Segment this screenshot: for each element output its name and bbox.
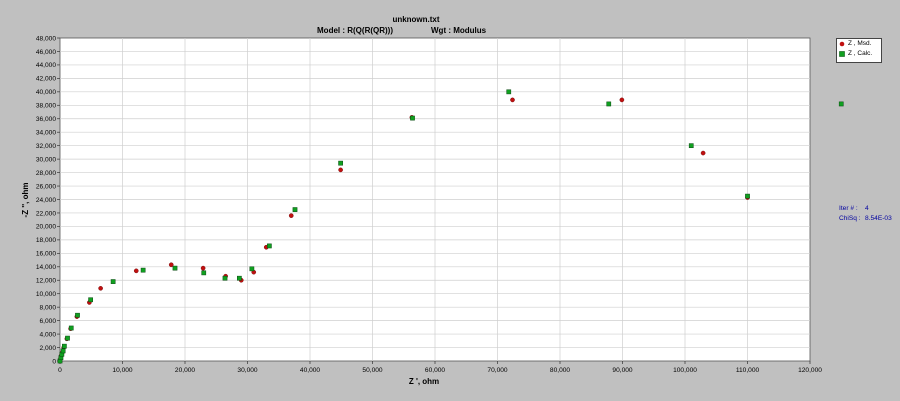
x-tick-label: 60,000 — [425, 367, 446, 374]
calculated-point — [745, 193, 750, 199]
y-tick-label: 12,000 — [36, 278, 57, 285]
calculated-point — [338, 160, 343, 166]
calculated-point — [606, 101, 612, 107]
calculated-point — [62, 343, 67, 349]
calculated-point — [222, 275, 228, 281]
chart-title: unknown.txt — [392, 15, 439, 24]
calculated-point — [249, 266, 255, 272]
chart-model-subtitle: Model : R(Q(R(QR))) — [317, 26, 393, 35]
x-tick-label: 0 — [58, 367, 62, 374]
y-tick-label: 10,000 — [36, 291, 57, 298]
y-tick-label: 4,000 — [39, 331, 56, 338]
chisq-row: ChiSq : 8.54E-03 — [839, 214, 892, 224]
y-tick-label: 26,000 — [36, 183, 57, 190]
measured-point — [619, 97, 625, 103]
y-tick-label: 6,000 — [39, 318, 56, 325]
measured-point — [200, 265, 206, 271]
y-tick-label: 20,000 — [36, 224, 57, 231]
y-tick-label: 42,000 — [36, 76, 57, 83]
measured-point — [510, 97, 515, 103]
fit-info: Iter # : 4 ChiSq : 8.54E-03 — [839, 204, 892, 224]
calculated-point — [506, 89, 512, 95]
y-tick-label: 8,000 — [39, 304, 56, 311]
x-tick-label: 40,000 — [300, 367, 321, 374]
y-tick-label: 2,000 — [39, 345, 56, 352]
y-tick-label: 44,000 — [36, 62, 57, 69]
legend-item-calculated: Z , Calc. — [837, 49, 881, 59]
x-tick-label: 30,000 — [237, 367, 258, 374]
y-tick-label: 40,000 — [36, 89, 57, 96]
x-tick-label: 50,000 — [362, 367, 383, 374]
y-tick-label: 32,000 — [36, 143, 57, 150]
calculated-point — [688, 143, 694, 149]
y-tick-label: 30,000 — [36, 156, 57, 163]
legend: Z , Msd. Z , Calc. — [836, 38, 882, 63]
x-tick-label: 110,000 — [736, 367, 760, 374]
measured-point — [98, 286, 103, 291]
y-tick-label: 22,000 — [36, 210, 57, 217]
y-tick-label: 48,000 — [36, 35, 57, 42]
x-tick-label: 70,000 — [487, 367, 508, 374]
y-tick-label: 14,000 — [36, 264, 57, 271]
y-tick-label: 16,000 — [36, 251, 57, 258]
calculated-point — [201, 270, 207, 276]
measured-point — [133, 268, 139, 274]
iteration-value: 4 — [865, 205, 869, 212]
y-tick-label: 34,000 — [36, 130, 57, 137]
impedance-chart: unknown.txt Model : R(Q(R(QR))) Wgt : Mo… — [21, 15, 844, 386]
x-tick-label: 90,000 — [612, 367, 633, 374]
y-tick-label: 0 — [52, 358, 56, 365]
calculated-point — [237, 275, 242, 281]
iteration-row: Iter # : 4 — [839, 204, 892, 214]
measured-point — [338, 167, 343, 173]
x-tick-label: 80,000 — [550, 367, 571, 374]
chart-weight-subtitle: Wgt : Modulus — [431, 26, 487, 35]
y-tick-label: 36,000 — [36, 116, 57, 123]
calculated-point — [838, 101, 844, 107]
calculated-point — [60, 348, 66, 354]
x-axis-label: Z ', ohm — [409, 377, 439, 386]
calculated-point — [267, 243, 272, 249]
y-tick-label: 38,000 — [36, 103, 57, 110]
calculated-point — [292, 207, 298, 212]
legend-label-measured: Z , Msd. — [848, 40, 872, 47]
x-tick-label: 10,000 — [112, 367, 133, 374]
chisq-value: 8.54E-03 — [865, 215, 892, 222]
calculated-point — [110, 279, 116, 284]
calculated-point — [75, 312, 80, 318]
calculated-point — [140, 267, 146, 273]
x-tick-labels: 0 10,000 20,000 30,000 40,000 50,000 60,000 70,… — [58, 367, 822, 374]
iteration-label: Iter # : — [839, 205, 858, 212]
calculated-point — [68, 325, 74, 331]
x-tick-label: 120,000 — [798, 367, 822, 374]
y-tick-labels: 0 2,000 4,000 6,000 8,000 10,000 12,000 14,000 1… — [36, 35, 57, 365]
y-tick-label: 46,000 — [36, 49, 57, 56]
x-tick-label: 100,000 — [673, 367, 697, 374]
chisq-label: ChiSq : — [839, 215, 861, 222]
legend-item-measured: Z , Msd. — [837, 39, 881, 49]
y-axis-label: -Z '', ohm — [21, 183, 30, 218]
y-tick-label: 18,000 — [36, 237, 57, 244]
red-circle-marker-icon — [839, 41, 845, 47]
measured-point — [288, 213, 294, 218]
measured-point — [700, 150, 706, 156]
y-tick-label: 28,000 — [36, 170, 57, 177]
green-square-marker-icon — [839, 51, 845, 57]
calculated-point — [88, 297, 93, 303]
calculated-point — [410, 115, 415, 121]
y-tick-label: 24,000 — [36, 197, 57, 204]
calculated-point — [172, 265, 178, 271]
x-tick-label: 20,000 — [175, 367, 196, 374]
legend-label-calculated: Z , Calc. — [848, 50, 873, 57]
calculated-point — [65, 335, 70, 341]
